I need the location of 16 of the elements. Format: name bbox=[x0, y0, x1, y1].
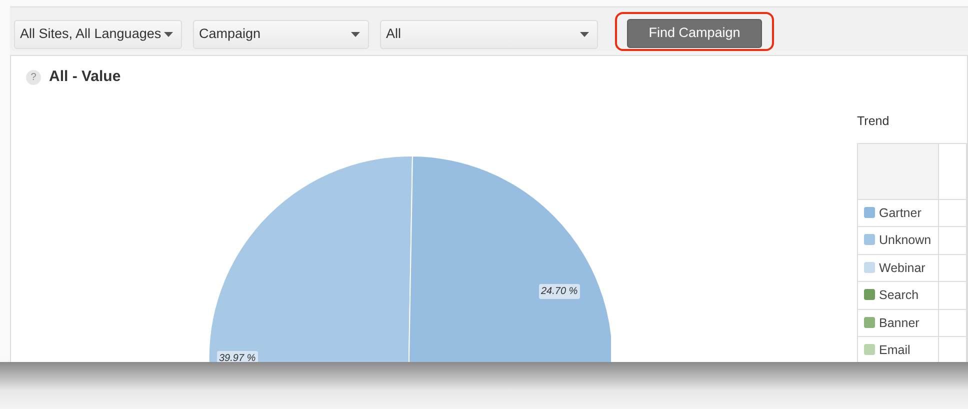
panel-title: All - Value bbox=[49, 67, 121, 87]
legend-cell: Unknown bbox=[858, 226, 939, 254]
caret-icon bbox=[351, 32, 360, 37]
dropdown-select[interactable]: Campaign bbox=[193, 20, 369, 49]
slice-value-label: 39.97 % bbox=[217, 351, 258, 362]
dropdown-select[interactable]: All bbox=[380, 20, 598, 49]
slice-value-label: 24.70 % bbox=[539, 284, 580, 299]
caret-icon bbox=[580, 32, 589, 37]
legend-cell: Gartner bbox=[858, 199, 939, 227]
dropdown-select[interactable]: All Sites, All Languages bbox=[14, 20, 182, 49]
caret-icon bbox=[164, 32, 173, 37]
trend-label: Trend bbox=[857, 113, 890, 130]
legend-cell: Webinar bbox=[858, 254, 939, 282]
find-campaign-button[interactable]: Find Campaign bbox=[627, 19, 762, 48]
legend-cell: Banner bbox=[858, 309, 939, 337]
legend-cell: Search bbox=[858, 282, 939, 310]
